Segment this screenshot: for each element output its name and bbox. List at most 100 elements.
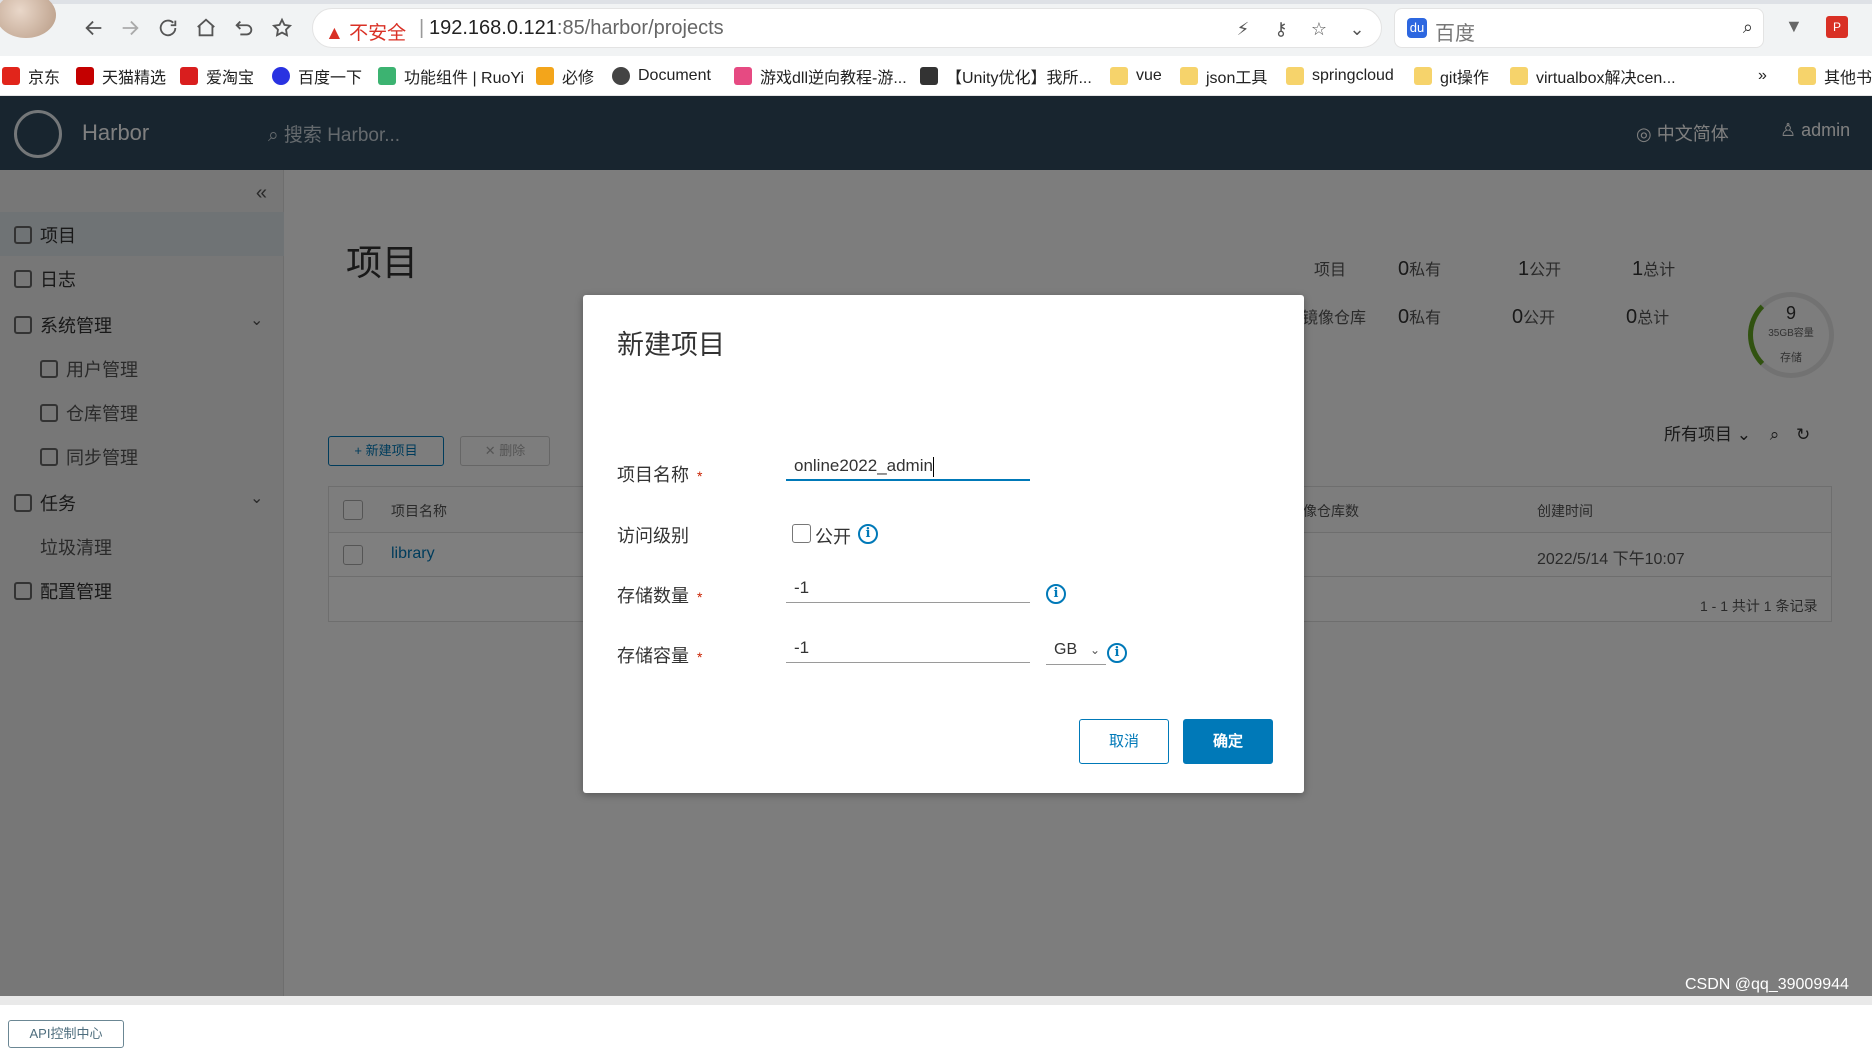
folder-icon [1798, 67, 1816, 85]
bookmark-label: 其他书 [1824, 70, 1872, 87]
storage-capacity-input[interactable]: -1 [786, 633, 1030, 663]
label-text: 存储容量 [617, 646, 689, 666]
extension-v-icon[interactable]: ▼ [1785, 16, 1807, 38]
api-center-button[interactable]: API控制中心 [8, 1020, 124, 1048]
bookmark-label: json工具 [1206, 70, 1268, 87]
watermark: CSDN @qq_39009944 [1685, 976, 1849, 993]
bookmark-label: 游戏dll逆向教程-游... [760, 70, 907, 87]
forward-icon[interactable] [114, 12, 146, 44]
bookmark-label: 天猫精选 [102, 70, 167, 87]
bookmark-springcloud[interactable]: springcloud [1286, 64, 1394, 88]
bookmarks-bar: 京东 天猫精选 爱淘宝 百度一下 功能组件 | RuoYi 必修 Documen… [0, 56, 1872, 96]
search-engine-box[interactable]: du 百度 ⌕ [1394, 8, 1764, 48]
bookmark-game-dll[interactable]: 游戏dll逆向教程-游... [734, 64, 907, 88]
warning-text: 不安全 [349, 23, 407, 44]
storage-count-input[interactable]: -1 [786, 573, 1030, 603]
bookmark-jd[interactable]: 京东 [2, 64, 60, 88]
url-host: 192.168.0.121 [429, 17, 557, 39]
bookmark-label: vue [1136, 67, 1162, 84]
bookmark-star-icon[interactable] [266, 12, 298, 44]
dialog-title: 新建项目 [617, 330, 725, 360]
bookmark-label: 爱淘宝 [206, 70, 255, 87]
unit-value: GB [1054, 641, 1078, 658]
bookmark-document[interactable]: Document [612, 64, 711, 88]
tmall-icon [76, 67, 94, 85]
input-value: online2022_admin [794, 456, 933, 475]
not-secure-warning[interactable]: ▲ 不安全 [325, 18, 406, 45]
ruoyi-icon [378, 67, 396, 85]
bookmark-label: 功能组件 | RuoYi [404, 70, 525, 87]
cancel-button[interactable]: 取消 [1079, 719, 1169, 764]
folder-icon [1510, 67, 1528, 85]
browser-toolbar: ▲ 不安全 | 192.168.0.121:85/harbor/projects… [0, 0, 1872, 56]
label-text: 项目名称 [617, 465, 689, 485]
bookmark-label: 京东 [28, 70, 61, 87]
star-icon[interactable]: ☆ [1307, 17, 1331, 41]
baidu-icon: du [1407, 18, 1427, 38]
public-checkbox[interactable] [792, 524, 811, 543]
baidu-paw-icon [272, 67, 290, 85]
bookmark-other[interactable]: 其他书 [1798, 64, 1872, 88]
game-icon [734, 67, 752, 85]
bookmark-virtualbox[interactable]: virtualbox解决cen... [1510, 64, 1676, 88]
key-icon[interactable]: ⚷ [1269, 17, 1293, 41]
home-icon[interactable] [190, 12, 222, 44]
bookmark-label: 百度一下 [298, 70, 363, 87]
bookmark-aitaobao[interactable]: 爱淘宝 [180, 64, 254, 88]
tab-strip [0, 0, 1872, 4]
bookmark-json[interactable]: json工具 [1180, 64, 1267, 88]
search-icon[interactable]: ⌕ [1743, 17, 1753, 38]
url-text[interactable]: 192.168.0.121:85/harbor/projects [429, 17, 724, 40]
chevron-down-icon: ⌄ [1089, 643, 1100, 657]
project-name-label: 项目名称 * [617, 461, 702, 487]
input-value: -1 [794, 578, 810, 597]
required-mark: * [697, 589, 703, 605]
bookmark-label: virtualbox解决cen... [1536, 70, 1676, 87]
pdf-extension-icon[interactable]: P [1826, 16, 1848, 38]
folder-icon [1180, 67, 1198, 85]
globe-icon [612, 67, 630, 85]
capacity-unit-select[interactable]: GB ⌄ [1046, 635, 1106, 665]
public-checkbox-label[interactable]: 公开 [815, 523, 851, 549]
info-icon[interactable]: i [1107, 643, 1127, 663]
bookmark-unity[interactable]: 【Unity优化】我所... [920, 64, 1092, 88]
bookmark-tmall[interactable]: 天猫精选 [76, 64, 166, 88]
new-project-dialog: 新建项目 项目名称 * online2022_admin 访问级别 公开 i 存储… [583, 295, 1304, 793]
more-chevron-icon: » [1758, 67, 1767, 84]
back-icon[interactable] [78, 12, 110, 44]
taskbar [0, 996, 1872, 1005]
bookmark-label: 必修 [562, 70, 595, 87]
label-text: 存储数量 [617, 586, 689, 606]
bookmark-git[interactable]: git操作 [1414, 64, 1489, 88]
confirm-button[interactable]: 确定 [1183, 719, 1273, 764]
info-icon[interactable]: i [858, 524, 878, 544]
required-mark: * [697, 468, 703, 484]
required-mark: * [697, 649, 703, 665]
chevron-down-icon[interactable]: ⌄ [1345, 17, 1369, 41]
bookmark-label: git操作 [1440, 70, 1489, 87]
bookmark-baidu[interactable]: 百度一下 [272, 64, 362, 88]
project-name-input[interactable]: online2022_admin [786, 451, 1030, 481]
info-icon[interactable]: i [1046, 584, 1066, 604]
unity-icon [920, 67, 938, 85]
bookmarks-more[interactable]: » [1758, 64, 1767, 88]
storage-count-label: 存储数量 * [617, 582, 702, 608]
bookmark-bixiu[interactable]: 必修 [536, 64, 594, 88]
search-engine-label: 百度 [1435, 23, 1475, 45]
bixiu-icon [536, 67, 554, 85]
undo-icon[interactable] [228, 12, 260, 44]
bookmark-label: Document [638, 67, 711, 84]
bookmark-ruoyi[interactable]: 功能组件 | RuoYi [378, 64, 524, 88]
lightning-icon[interactable]: ⚡ [1231, 17, 1255, 41]
reload-icon[interactable] [152, 12, 184, 44]
profile-avatar[interactable] [0, 0, 56, 38]
warning-icon: ▲ [325, 23, 344, 44]
bookmark-label: springcloud [1312, 67, 1394, 84]
folder-icon [1286, 67, 1304, 85]
folder-icon [1110, 67, 1128, 85]
address-bar[interactable]: ▲ 不安全 | 192.168.0.121:85/harbor/projects… [312, 8, 1382, 48]
bookmark-label: 【Unity优化】我所... [946, 70, 1092, 87]
input-value: -1 [794, 638, 810, 657]
bookmark-vue[interactable]: vue [1110, 64, 1162, 88]
taobao-icon [180, 67, 198, 85]
